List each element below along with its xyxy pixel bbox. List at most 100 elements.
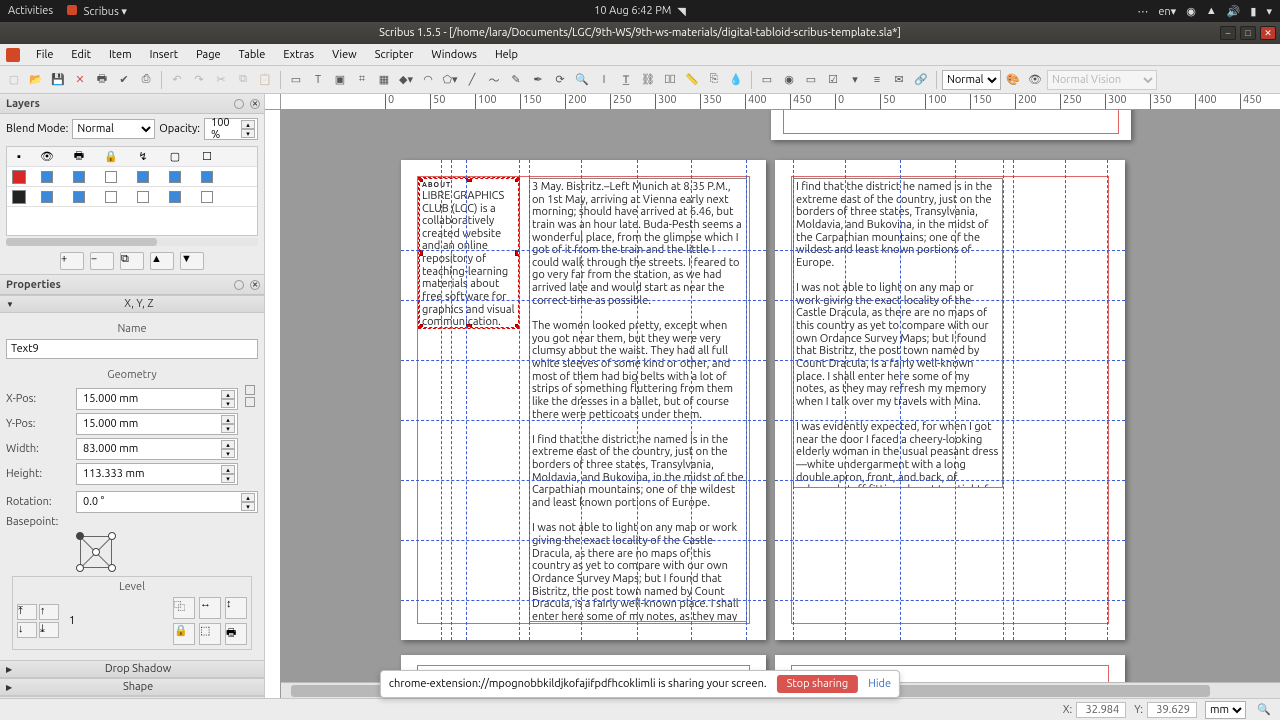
edit-contents-tool[interactable]: I [594,70,614,90]
layer-print-checkbox[interactable] [73,191,85,203]
text-frame-about[interactable]: ABOUT LIBRE GRAPHICS CLUB (LGC) is a col… [419,178,519,328]
horizontal-ruler[interactable]: 0501001502002503003504004500501001502002… [281,94,1280,110]
layer-outline-checkbox[interactable] [169,191,181,203]
menu-windows[interactable]: Windows [423,47,485,63]
notification-icon[interactable]: ◥ [677,5,685,18]
layer-row[interactable] [7,187,257,207]
lower-layer-button[interactable]: ▼ [180,252,204,270]
shape-tool[interactable]: ◆▾ [396,70,416,90]
page-left[interactable]: ABOUT LIBRE GRAPHICS CLUB (LGC) is a col… [401,160,766,640]
polygon-tool[interactable]: ⬠▾ [440,70,460,90]
text-frame-tool[interactable]: T [308,70,328,90]
pdf-checkbox-tool[interactable]: ☑ [823,70,843,90]
app-menu[interactable]: Scribus ▾ [67,5,127,18]
window-maximize-button[interactable]: □ [1240,26,1256,40]
layer-lock-checkbox[interactable] [105,171,117,183]
basepoint-selector[interactable] [76,532,116,572]
network-icon[interactable]: ▲ [1206,5,1217,17]
copy-props-tool[interactable]: ⎘ [704,70,724,90]
preflight-button[interactable]: ✔ [114,70,134,90]
volume-icon[interactable]: 🔊 [1227,5,1241,18]
lock-button[interactable]: 🔒 [173,623,195,645]
document-canvas[interactable]: ABOUT LIBRE GRAPHICS CLUB (LGC) is a col… [281,110,1280,682]
layers-panel-close-button[interactable]: ✕ [250,99,260,109]
vision-select[interactable]: Normal Vision [1047,70,1157,90]
hide-sharing-button[interactable]: Hide [868,678,891,690]
properties-panel-close-button[interactable]: ✕ [250,280,260,290]
object-name-input[interactable] [6,339,258,359]
locksize-button[interactable]: ⬚ [199,623,221,645]
menu-page[interactable]: Page [188,47,229,63]
zoom-tool[interactable]: 🔍 [572,70,592,90]
opacity-spinner[interactable]: 100 %▴▾ [204,118,258,140]
menu-file[interactable]: File [28,47,61,63]
pdf-pushbutton-tool[interactable]: ▭ [757,70,777,90]
properties-panel-title[interactable]: Properties ✕ [0,275,264,295]
render-frame-tool[interactable]: ⌗ [352,70,372,90]
menu-table[interactable]: Table [231,47,274,63]
select-tool[interactable]: ▭ [286,70,306,90]
ruler-origin[interactable] [265,94,281,110]
copy-button[interactable]: ⧉ [233,70,253,90]
toggle-cms-button[interactable]: 🎨 [1003,70,1023,90]
battery-icon[interactable]: ▮ [1250,5,1256,18]
group-button[interactable]: ⿻ [173,597,195,619]
unit-select[interactable]: mm [1205,701,1246,719]
layer-flow-checkbox[interactable] [137,171,149,183]
save-doc-button[interactable]: 💾 [48,70,68,90]
freehand-tool[interactable]: ✎ [506,70,526,90]
layer-row[interactable] [7,167,257,187]
text-frame-col2[interactable]: I find that the district he named is in … [793,178,1003,488]
level-bottom-button[interactable]: ⤓ [39,622,59,638]
shape-section[interactable]: ▶Shape [0,678,264,696]
layer-select-checkbox[interactable] [201,171,213,183]
layer-print-checkbox[interactable] [73,171,85,183]
menu-help[interactable]: Help [487,47,526,63]
unlink-frames-tool[interactable]: ⛓̸ [660,70,680,90]
remove-layer-button[interactable]: − [90,252,114,270]
accessibility-icon[interactable]: ◉ [1186,5,1196,18]
add-layer-button[interactable]: + [60,252,84,270]
layer-color-chip[interactable] [12,170,26,184]
appindicator-icon[interactable]: ⋯ [1137,5,1148,18]
text-frame-col1[interactable]: 3 May. Bistritz.–Left Munich at 8.35 P.M… [529,178,747,622]
layer-visible-checkbox[interactable] [41,191,53,203]
rotate-tool[interactable]: ⟳ [550,70,570,90]
noprint-button[interactable]: 🖶 [225,623,247,645]
cut-button[interactable]: ✂ [211,70,231,90]
undo-button[interactable]: ↶ [167,70,187,90]
open-doc-button[interactable]: 📂 [26,70,46,90]
pdf-annotation-tool[interactable]: ✉ [889,70,909,90]
pdf-combobox-tool[interactable]: ▾ [845,70,865,90]
status-zoom-button[interactable]: 🔍 [1254,700,1274,720]
pdf-radio-tool[interactable]: ◉ [779,70,799,90]
layers-panel-title[interactable]: Layers ✕ [0,94,264,114]
redo-button[interactable]: ↷ [189,70,209,90]
menu-scripter[interactable]: Scripter [367,47,422,63]
pdf-textfield-tool[interactable]: ▭ [801,70,821,90]
edit-text-tool[interactable]: T̲ [616,70,636,90]
bezier-tool[interactable]: 〜 [484,70,504,90]
level-down-button[interactable]: ↓ [17,622,37,638]
line-tool[interactable]: ╱ [462,70,482,90]
layer-lock-checkbox[interactable] [105,191,117,203]
stop-sharing-button[interactable]: Stop sharing [777,675,859,693]
fliph-button[interactable]: ↔ [199,597,221,619]
window-minimize-button[interactable]: – [1220,26,1236,40]
export-pdf-button[interactable]: ⎙ [136,70,156,90]
raise-layer-button[interactable]: ▲ [150,252,174,270]
preview-button[interactable]: 👁 [1025,70,1045,90]
flipv-button[interactable]: ↕ [225,597,247,619]
pdf-link-tool[interactable]: 🔗 [911,70,931,90]
layers-hscroll[interactable] [6,238,258,246]
activities-button[interactable]: Activities [8,5,53,17]
page-right[interactable]: I find that the district he named is in … [775,160,1125,640]
menu-insert[interactable]: Insert [142,47,186,63]
eyedropper-tool[interactable]: 💧 [726,70,746,90]
ypos-spinner[interactable]: 15.000 mm▴▾ [76,413,238,435]
layers-panel-shade-button[interactable] [234,99,244,109]
calligraphy-tool[interactable]: ✒ [528,70,548,90]
properties-panel-shade-button[interactable] [234,280,244,290]
system-menu-arrow[interactable]: ▾ [1266,5,1272,18]
rotation-spinner[interactable]: 0.0 °▴▾ [76,491,258,513]
